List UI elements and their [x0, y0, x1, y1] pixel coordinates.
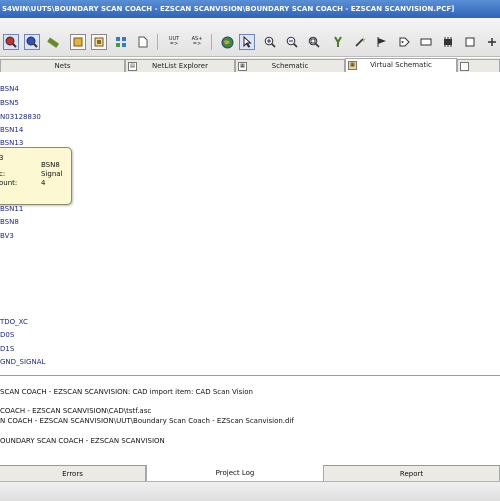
- view-blue-icon[interactable]: [24, 34, 40, 50]
- rectangle-icon[interactable]: [418, 34, 434, 50]
- tooltip-key: ount:: [0, 179, 18, 187]
- tooltip-key: 3: [0, 154, 4, 162]
- netlist-tree[interactable]: BSN4 BSN5 N03128830 BSN14 BSN13 BSN11 BS…: [0, 72, 500, 375]
- tree-node[interactable]: BSN11: [0, 205, 23, 213]
- tab-nets[interactable]: Nets: [0, 59, 125, 72]
- tooltip-key: c:: [0, 170, 6, 178]
- tab-label: Schematic: [271, 62, 309, 70]
- netlist-tab-icon: ▤: [128, 62, 137, 71]
- tree-node[interactable]: TDO_XC: [0, 318, 28, 326]
- tab-project-log[interactable]: Project Log: [146, 465, 324, 482]
- uut-button[interactable]: UUT =>: [166, 34, 182, 50]
- panel-yellow-icon[interactable]: [70, 34, 86, 50]
- image-frame-icon[interactable]: [91, 34, 107, 50]
- project-log-panel[interactable]: SCAN COACH - EZSCAN SCANVISION: CAD impo…: [0, 375, 500, 466]
- tab-virtual-schematic[interactable]: ▦ Virtual Schematic: [345, 58, 457, 73]
- box-icon[interactable]: [462, 34, 478, 50]
- document-tab-strip: Nets ▤ NetList Explorer ▦ Schematic ▦ Vi…: [0, 58, 500, 73]
- tooltip-value: Signal: [41, 170, 63, 178]
- globe-icon[interactable]: [219, 34, 235, 50]
- ruler-icon[interactable]: [45, 34, 61, 50]
- asi-button[interactable]: AS+ =>: [189, 34, 205, 50]
- tree-node[interactable]: GND_SIGNAL: [0, 358, 45, 366]
- tooltip-value: 4: [41, 179, 46, 187]
- log-line: OUNDARY SCAN COACH - EZSCAN SCANVISION: [0, 437, 165, 445]
- tree-node[interactable]: D1S: [0, 345, 14, 353]
- log-line: COACH - EZSCAN SCANVISION\CAD\tstf.asc: [0, 407, 152, 415]
- tooltip-value: BSN8: [41, 161, 60, 169]
- status-bar: [0, 481, 500, 501]
- window-title: S4WIN\UUTS\BOUNDARY SCAN COACH - EZSCAN …: [2, 5, 455, 13]
- bottom-tab-strip: Errors Project Log Report: [0, 465, 500, 482]
- tree-node[interactable]: BSN4: [0, 85, 19, 93]
- log-line: SCAN COACH - EZSCAN SCANVISION: CAD impo…: [0, 388, 253, 396]
- page-tab-icon: [460, 62, 469, 71]
- tab-label: Errors: [62, 470, 83, 478]
- tab-label: Virtual Schematic: [370, 61, 432, 69]
- probe-icon[interactable]: [330, 34, 346, 50]
- tree-node[interactable]: BSN8: [0, 218, 19, 226]
- tab-label: NetList Explorer: [152, 62, 208, 70]
- tree-node[interactable]: D0S: [0, 331, 14, 339]
- tree-node[interactable]: N03128830: [0, 113, 41, 121]
- tree-node[interactable]: BSN14: [0, 126, 23, 134]
- virtual-schematic-tab-icon: ▦: [348, 61, 357, 70]
- wand-icon[interactable]: [352, 34, 368, 50]
- chip-icon[interactable]: [440, 34, 456, 50]
- tab-label: Nets: [54, 62, 71, 70]
- tab-netlist-explorer[interactable]: ▤ NetList Explorer: [125, 59, 235, 72]
- schematic-tab-icon: ▦: [238, 62, 247, 71]
- toolbar-separator: [157, 34, 158, 50]
- tag-icon[interactable]: [396, 34, 412, 50]
- plus-icon[interactable]: [484, 34, 500, 50]
- log-line: N COACH - EZSCAN SCANVISION\UUT\Boundary…: [0, 417, 294, 425]
- net-info-tooltip: 3 BSN8 c: Signal ount: 4: [0, 147, 72, 205]
- view-red-icon[interactable]: [3, 34, 19, 50]
- zoom-in-icon[interactable]: [262, 34, 278, 50]
- window-title-bar: S4WIN\UUTS\BOUNDARY SCAN COACH - EZSCAN …: [0, 0, 500, 18]
- tab-label: Project Log: [215, 469, 255, 477]
- flag-icon[interactable]: [374, 34, 390, 50]
- page-icon[interactable]: [135, 34, 151, 50]
- toolbar: UUT => AS+ =>: [0, 18, 500, 57]
- tree-node[interactable]: BSN5: [0, 99, 19, 107]
- tab-schematic[interactable]: ▦ Schematic: [235, 59, 345, 72]
- tab-blank[interactable]: [457, 59, 500, 72]
- tab-label: Report: [399, 470, 424, 478]
- asi-button-label-bottom: =>: [192, 41, 202, 47]
- zoom-out-icon[interactable]: [284, 34, 300, 50]
- uut-button-label-bottom: =>: [169, 41, 179, 47]
- tab-report[interactable]: Report: [324, 466, 500, 482]
- tree-node[interactable]: BV3: [0, 232, 14, 240]
- grid-icon[interactable]: [113, 34, 129, 50]
- tab-errors[interactable]: Errors: [0, 466, 146, 482]
- toolbar-separator: [211, 34, 212, 50]
- tree-node[interactable]: BSN13: [0, 139, 23, 147]
- zoom-fit-icon[interactable]: [306, 34, 322, 50]
- pointer-icon[interactable]: [239, 34, 255, 50]
